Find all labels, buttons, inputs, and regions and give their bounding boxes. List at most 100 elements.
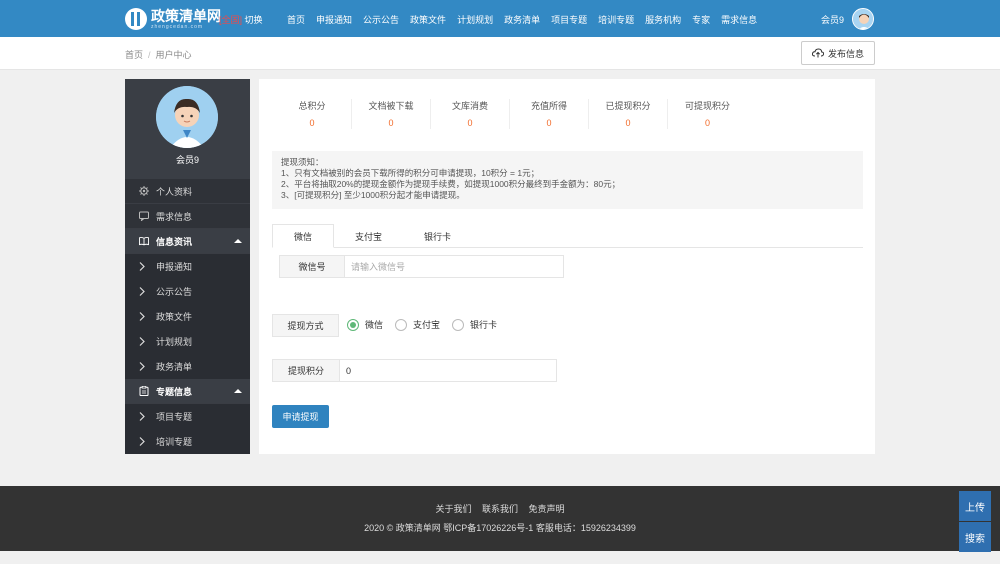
main-panel: 总积分 0 文档被下载 0 文库消费 0 充值所得 0 已提现积分 0 可提现积…	[259, 79, 875, 454]
wechat-id-row: 微信号 请输入微信号	[279, 255, 564, 278]
sidebar-item-gov-list[interactable]: 政务清单	[125, 354, 250, 379]
wechat-id-input[interactable]: 请输入微信号	[345, 255, 564, 278]
breadcrumb: 首页 / 用户中心	[125, 48, 192, 61]
sidebar-profile: 会员9	[125, 79, 250, 179]
radio-label: 支付宝	[413, 320, 441, 330]
footer: 关于我们 联系我们 免责声明 2020 © 政策清单网 鄂ICP备1702622…	[0, 486, 1000, 551]
nav-experts[interactable]: 专家	[692, 13, 710, 26]
chevron-right-icon	[139, 362, 147, 371]
sidebar-item-declare-notice[interactable]: 申报通知	[125, 254, 250, 279]
nav-policy-docs[interactable]: 政策文件	[410, 13, 446, 26]
chevron-right-icon	[139, 437, 147, 446]
nav-plans[interactable]: 计划规划	[457, 13, 493, 26]
nav-declare-notice[interactable]: 申报通知	[316, 13, 352, 26]
stat-recharge: 充值所得 0	[510, 99, 589, 129]
points-stats: 总积分 0 文档被下载 0 文库消费 0 充值所得 0 已提现积分 0 可提现积…	[273, 99, 747, 129]
site-logo[interactable]: 政策清单网 zhengcedan.com	[125, 7, 221, 31]
region-switch[interactable]: [全国] 切换	[219, 13, 263, 26]
stat-label: 文档被下载	[368, 101, 414, 111]
stat-library-spend: 文库消费 0	[431, 99, 510, 129]
wechat-id-label: 微信号	[279, 255, 345, 278]
sidebar-item-label: 申报通知	[156, 262, 193, 272]
nav-home[interactable]: 首页	[287, 13, 305, 26]
caret-up-icon	[234, 239, 242, 243]
stat-label: 文库消费	[451, 101, 488, 111]
sidebar-item-training-topics[interactable]: 培训专题	[125, 429, 250, 454]
nav-demand-info[interactable]: 需求信息	[721, 13, 757, 26]
sidebar-item-label: 计划规划	[156, 337, 193, 347]
radio-alipay[interactable]: 支付宝	[395, 318, 440, 331]
chevron-right-icon	[139, 262, 147, 271]
notice-title: 提现须知：	[281, 157, 324, 167]
stat-withdrawn: 已提现积分 0	[589, 99, 668, 129]
caret-up-icon	[234, 389, 242, 393]
sidebar-item-label: 个人资料	[156, 186, 193, 197]
sidebar-item-demand[interactable]: 需求信息	[125, 204, 250, 229]
tab-bank-card[interactable]: 银行卡	[403, 224, 472, 248]
nav-public-notice[interactable]: 公示公告	[363, 13, 399, 26]
tab-wechat[interactable]: 微信	[272, 224, 335, 248]
user-menu-name[interactable]: 会员9	[821, 13, 844, 26]
stat-withdrawable: 可提现积分 0	[668, 99, 747, 129]
publish-button-label: 发布信息	[827, 48, 864, 59]
chat-icon	[139, 211, 149, 221]
breadcrumb-current: 用户中心	[155, 50, 192, 60]
sidebar-group-info[interactable]: 信息资讯	[125, 229, 250, 254]
tab-alipay[interactable]: 支付宝	[334, 224, 403, 248]
stat-value: 0	[546, 118, 552, 128]
float-upload-button[interactable]: 上传	[959, 491, 991, 521]
stat-value: 0	[467, 118, 473, 128]
radio-unchecked-icon	[452, 318, 465, 331]
avatar[interactable]	[852, 8, 874, 30]
top-header: 政策清单网 zhengcedan.com [全国] 切换 首页 申报通知 公示公…	[0, 0, 1000, 37]
nav-training-topics[interactable]: 培训专题	[598, 13, 634, 26]
sidebar-item-label: 政务清单	[156, 362, 193, 372]
cloud-upload-icon	[811, 48, 824, 58]
profile-avatar	[156, 86, 218, 148]
apply-withdraw-button[interactable]: 申请提现	[272, 405, 329, 428]
stat-label: 可提现积分	[684, 101, 730, 111]
sidebar-item-profile[interactable]: 个人资料	[125, 179, 250, 204]
sidebar-item-label: 公示公告	[156, 287, 193, 297]
gear-icon	[139, 186, 149, 196]
stat-doc-downloaded: 文档被下载 0	[352, 99, 431, 129]
sidebar-item-label: 政策文件	[156, 312, 193, 322]
breadcrumb-home[interactable]: 首页	[125, 50, 143, 60]
nav-gov-list[interactable]: 政务清单	[504, 13, 540, 26]
footer-link-contact[interactable]: 联系我们	[482, 504, 518, 514]
stat-label: 总积分	[298, 101, 326, 111]
sidebar-item-public-notice[interactable]: 公示公告	[125, 279, 250, 304]
withdraw-points-row: 提现积分 0	[272, 359, 557, 382]
nav-project-topics[interactable]: 项目专题	[551, 13, 587, 26]
sidebar-group-label: 专题信息	[156, 386, 193, 397]
radio-checked-icon	[347, 318, 359, 331]
withdraw-points-input[interactable]: 0	[340, 359, 557, 382]
sidebar-item-policy-docs[interactable]: 政策文件	[125, 304, 250, 329]
footer-link-disclaimer[interactable]: 免责声明	[529, 504, 565, 514]
radio-wechat[interactable]: 微信	[347, 318, 383, 331]
stat-value: 0	[388, 118, 394, 128]
radio-unchecked-icon	[395, 318, 408, 331]
withdraw-notice: 提现须知： 1、只有文档被别的会员下载所得的积分可申请提现，10积分 = 1元；…	[272, 151, 863, 209]
book-icon	[139, 236, 149, 246]
footer-link-about[interactable]: 关于我们	[435, 504, 471, 514]
region-switch-label: 切换	[244, 15, 263, 25]
sidebar-item-label: 项目专题	[156, 412, 193, 422]
radio-bank-card[interactable]: 银行卡	[452, 318, 497, 331]
profile-name: 会员9	[175, 155, 199, 165]
radio-label: 微信	[365, 320, 384, 330]
notice-line: 1、只有文档被别的会员下载所得的积分可申请提现，10积分 = 1元；	[281, 168, 540, 178]
stat-value: 0	[625, 118, 631, 128]
float-search-button[interactable]: 搜索	[959, 522, 991, 552]
chevron-right-icon	[139, 287, 147, 296]
sidebar-group-topics[interactable]: 专题信息	[125, 379, 250, 404]
stat-value: 0	[309, 118, 315, 128]
stat-label: 已提现积分	[605, 101, 651, 111]
publish-button[interactable]: 发布信息	[801, 41, 875, 65]
nav-service-orgs[interactable]: 服务机构	[645, 13, 681, 26]
sidebar-item-project-topics[interactable]: 项目专题	[125, 404, 250, 429]
breadcrumb-bar: 首页 / 用户中心 发布信息	[0, 37, 1000, 70]
sidebar-item-plans[interactable]: 计划规划	[125, 329, 250, 354]
withdraw-method-row: 提现方式	[272, 314, 339, 337]
logo-icon	[125, 8, 147, 30]
